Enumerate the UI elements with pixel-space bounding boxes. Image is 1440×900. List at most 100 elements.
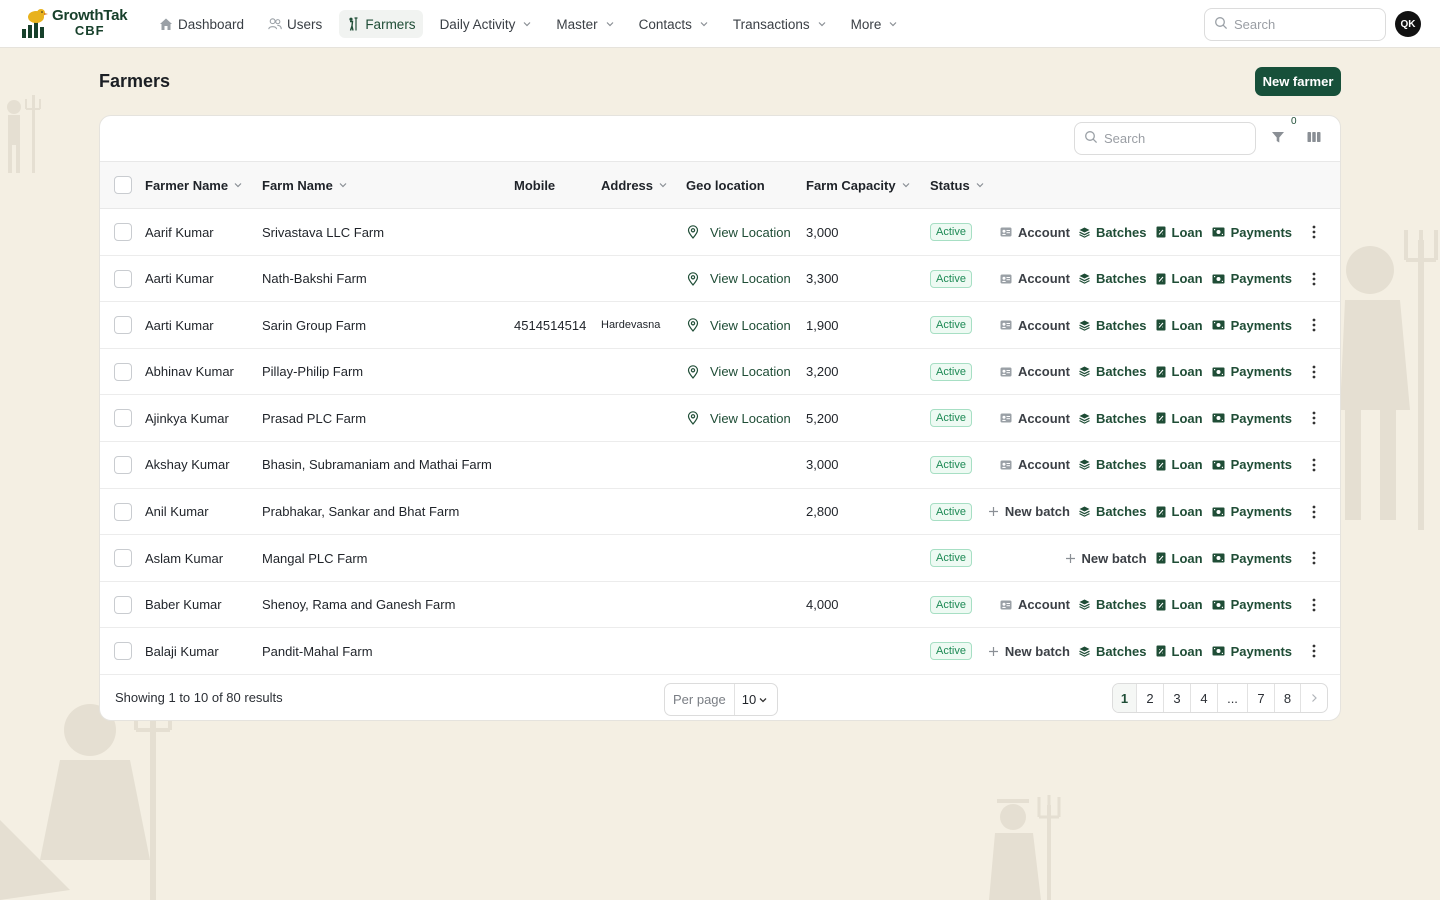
batches-action[interactable]: Batches (1079, 457, 1147, 472)
account-action[interactable]: Account (1000, 597, 1070, 612)
nav-transactions[interactable]: Transactions (726, 10, 834, 38)
table-row[interactable]: Balaji Kumar Pandit-Mahal Farm Active New b… (100, 628, 1340, 675)
user-avatar[interactable]: QK (1395, 11, 1421, 37)
row-menu-button[interactable] (1306, 364, 1322, 380)
nav-contacts[interactable]: Contacts (632, 10, 716, 38)
new-farmer-button[interactable]: New farmer (1255, 67, 1341, 96)
table-row[interactable]: Abhinav Kumar Pillay-Philip Farm View Loca… (100, 349, 1340, 396)
payments-action[interactable]: Payments (1212, 457, 1292, 472)
table-row[interactable]: Aarti Kumar Sarin Group Farm 4514514514 Har… (100, 302, 1340, 349)
view-location-link[interactable]: View Location (686, 225, 791, 240)
row-menu-button[interactable] (1306, 597, 1322, 613)
per-page-select[interactable]: 10 (735, 692, 768, 707)
farmer-name[interactable]: Aslam Kumar (145, 535, 223, 581)
payments-action[interactable]: Payments (1212, 318, 1292, 333)
loan-action[interactable]: Loan (1156, 318, 1203, 333)
page-button[interactable]: 8 (1275, 684, 1301, 712)
row-checkbox[interactable] (114, 549, 132, 568)
payments-action[interactable]: Payments (1212, 225, 1292, 240)
batches-action[interactable]: Batches (1079, 364, 1147, 379)
page-button[interactable]: 7 (1248, 684, 1275, 712)
table-row[interactable]: Aslam Kumar Mangal PLC Farm Active New batc… (100, 535, 1340, 582)
row-checkbox[interactable] (114, 642, 132, 661)
page-button[interactable]: 3 (1164, 684, 1191, 712)
row-menu-button[interactable] (1306, 504, 1322, 520)
column-farm-name[interactable]: Farm Name (262, 162, 348, 208)
table-row[interactable]: Akshay Kumar Bhasin, Subramaniam and Math… (100, 442, 1340, 489)
column-farm-capacity[interactable]: Farm Capacity (806, 162, 911, 208)
nav-more[interactable]: More (844, 10, 906, 38)
loan-action[interactable]: Loan (1156, 364, 1203, 379)
loan-action[interactable]: Loan (1156, 504, 1203, 519)
page-button[interactable]: 4 (1191, 684, 1218, 712)
row-checkbox[interactable] (114, 502, 132, 521)
row-checkbox[interactable] (114, 223, 132, 241)
new-batch-action[interactable]: New batch (988, 504, 1070, 519)
nav-users[interactable]: Users (261, 10, 329, 38)
row-checkbox[interactable] (114, 362, 132, 381)
nav-farmers[interactable]: Farmers (339, 10, 423, 38)
column-address[interactable]: Address (601, 162, 668, 208)
row-checkbox[interactable] (114, 316, 132, 335)
table-search-input[interactable] (1104, 131, 1244, 146)
payments-action[interactable]: Payments (1212, 551, 1292, 566)
table-row[interactable]: Anil Kumar Prabhakar, Sankar and Bhat Far… (100, 489, 1340, 536)
batches-action[interactable]: Batches (1079, 644, 1147, 659)
row-menu-button[interactable] (1306, 317, 1322, 333)
page-button[interactable]: 2 (1137, 684, 1164, 712)
loan-action[interactable]: Loan (1156, 225, 1203, 240)
payments-action[interactable]: Payments (1212, 411, 1292, 426)
farmer-name[interactable]: Aarti Kumar (145, 302, 214, 348)
farmer-name[interactable]: Balaji Kumar (145, 628, 219, 674)
account-action[interactable]: Account (1000, 457, 1070, 472)
row-menu-button[interactable] (1306, 224, 1322, 240)
batches-action[interactable]: Batches (1079, 271, 1147, 286)
farmer-name[interactable]: Baber Kumar (145, 582, 222, 628)
row-menu-button[interactable] (1306, 457, 1322, 473)
view-location-link[interactable]: View Location (686, 364, 791, 379)
row-checkbox[interactable] (114, 455, 132, 474)
loan-action[interactable]: Loan (1156, 597, 1203, 612)
table-row[interactable]: Aarif Kumar Srivastava LLC Farm View Locat… (100, 209, 1340, 256)
farmer-name[interactable]: Anil Kumar (145, 489, 209, 535)
column-status[interactable]: Status (930, 162, 985, 208)
new-batch-action[interactable]: New batch (988, 644, 1070, 659)
row-menu-button[interactable] (1306, 550, 1322, 566)
global-search-input[interactable] (1234, 17, 1374, 32)
farmer-name[interactable]: Ajinkya Kumar (145, 395, 229, 441)
new-batch-action[interactable]: New batch (1065, 551, 1147, 566)
batches-action[interactable]: Batches (1079, 411, 1147, 426)
filter-button[interactable] (1269, 129, 1287, 147)
payments-action[interactable]: Payments (1212, 644, 1292, 659)
next-page-button[interactable] (1301, 684, 1327, 712)
farmer-name[interactable]: Aarti Kumar (145, 256, 214, 302)
app-logo[interactable]: GrowthTak CBF (20, 7, 128, 39)
account-action[interactable]: Account (1000, 364, 1070, 379)
payments-action[interactable]: Payments (1212, 504, 1292, 519)
account-action[interactable]: Account (1000, 318, 1070, 333)
batches-action[interactable]: Batches (1079, 318, 1147, 333)
account-action[interactable]: Account (1000, 411, 1070, 426)
account-action[interactable]: Account (1000, 225, 1070, 240)
farmer-name[interactable]: Akshay Kumar (145, 442, 230, 488)
view-location-link[interactable]: View Location (686, 271, 791, 286)
row-menu-button[interactable] (1306, 271, 1322, 287)
table-row[interactable]: Baber Kumar Shenoy, Rama and Ganesh Farm 4… (100, 582, 1340, 629)
loan-action[interactable]: Loan (1156, 411, 1203, 426)
nav-dashboard[interactable]: Dashboard (152, 10, 251, 38)
account-action[interactable]: Account (1000, 271, 1070, 286)
payments-action[interactable]: Payments (1212, 364, 1292, 379)
page-button[interactable]: 1 (1113, 684, 1137, 712)
batches-action[interactable]: Batches (1079, 504, 1147, 519)
loan-action[interactable]: Loan (1156, 551, 1203, 566)
loan-action[interactable]: Loan (1156, 644, 1203, 659)
farmer-name[interactable]: Abhinav Kumar (145, 349, 234, 395)
table-row[interactable]: Ajinkya Kumar Prasad PLC Farm View Locatio… (100, 395, 1340, 442)
table-row[interactable]: Aarti Kumar Nath-Bakshi Farm View Location… (100, 256, 1340, 303)
nav-master[interactable]: Master (549, 10, 621, 38)
payments-action[interactable]: Payments (1212, 597, 1292, 612)
row-checkbox[interactable] (114, 595, 132, 614)
farmer-name[interactable]: Aarif Kumar (145, 209, 214, 255)
view-location-link[interactable]: View Location (686, 411, 791, 426)
columns-toggle-button[interactable] (1305, 129, 1323, 147)
